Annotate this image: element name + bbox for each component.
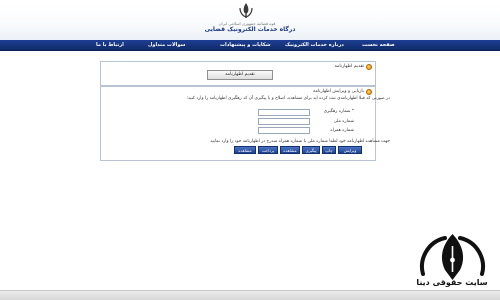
main-nav: صفحه نخست درباره خدمات الکترونیک شکایات …	[0, 40, 500, 51]
submit-declaration-button[interactable]: تقدیم اظهارنامه	[207, 70, 273, 80]
header-title: درگاه خدمات الکترونیک قضایی	[204, 26, 296, 33]
review-panel-title: بازیابی و ویرایش اظهارنامه	[313, 89, 364, 94]
nav-item-complaints[interactable]: شکایات و پیشنهادات	[220, 40, 271, 51]
print-button[interactable]: چاپ	[322, 146, 336, 154]
payment-button[interactable]: پرداخت	[258, 146, 278, 154]
submit-panel-header: تقدیم اظهارنامه	[335, 63, 372, 70]
nav-item-faq[interactable]: سوالات متداول	[148, 40, 185, 51]
tracking-number-input[interactable]	[258, 109, 310, 116]
tracking-number-label: * شماره رهگیری	[323, 109, 354, 114]
review-panel-header: بازیابی و ویرایش اظهارنامه	[313, 88, 372, 95]
review-guide-text: جهت مشاهده اظهارنامه خود لطفا شماره ملی …	[210, 139, 390, 144]
footer-bar	[0, 290, 500, 300]
review-note: در صورتی که قبلا اظهارنامه‌ی ثبت کرده ای…	[186, 96, 390, 101]
national-id-input[interactable]	[258, 118, 310, 125]
mobile-number-label: شماره همراه	[330, 128, 354, 133]
iran-emblem-icon	[239, 3, 253, 18]
nav-item-home[interactable]: صفحه نخست	[362, 40, 395, 51]
mobile-number-input[interactable]	[258, 127, 310, 134]
nav-item-contact[interactable]: ارتباط با ما	[96, 40, 124, 51]
watermark-site-name: سایت حقوقی دینا	[416, 278, 488, 287]
track-button[interactable]: پیگیری	[302, 146, 320, 154]
page-header: قوه قضائیه جمهوری اسلامی ایران درگاه خدم…	[0, 0, 500, 40]
submit-panel-title: تقدیم اظهارنامه	[334, 64, 364, 69]
orange-bullet-icon	[366, 63, 372, 70]
view-button[interactable]: مشاهده	[280, 146, 300, 154]
orange-bullet-icon	[366, 88, 372, 95]
national-id-label: شماره ملی	[333, 119, 354, 124]
edit-button[interactable]: ویرایش	[338, 146, 362, 154]
nav-item-about[interactable]: درباره خدمات الکترونیک	[285, 40, 344, 51]
view-details-button[interactable]: مشاهده	[234, 146, 256, 154]
